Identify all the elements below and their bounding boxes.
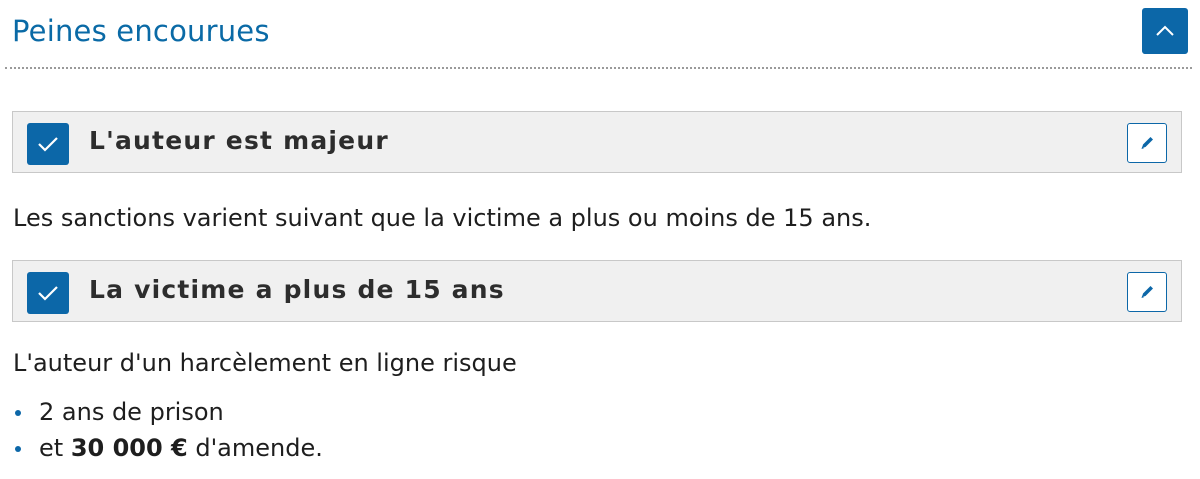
checkmark-icon [38, 286, 58, 301]
bullet-icon [15, 446, 21, 452]
fine-amount: 30 000 € [70, 434, 188, 462]
section-divider [5, 67, 1192, 69]
list-item: et 30 000 € d'amende. [13, 430, 323, 466]
penalty-list: 2 ans de prison et 30 000 € d'amende. [13, 394, 323, 466]
risk-text: L'auteur d'un harcèlement en ligne risqu… [13, 349, 517, 377]
checked-checkbox [27, 272, 69, 314]
pencil-icon [1141, 286, 1153, 298]
bullet-icon [15, 410, 21, 416]
collapse-button[interactable] [1142, 8, 1188, 54]
chevron-up-icon [1156, 25, 1174, 36]
section-title: Peines encourues [12, 14, 270, 48]
list-item: 2 ans de prison [13, 394, 323, 430]
intro-text: Les sanctions varient suivant que la vic… [13, 204, 872, 232]
step-victim-over-15: La victime a plus de 15 ans [12, 260, 1182, 322]
edit-step-button[interactable] [1127, 272, 1167, 312]
penalty-prefix: et [39, 434, 71, 462]
checked-checkbox [27, 123, 69, 165]
step-label: L'auteur est majeur [89, 126, 389, 155]
penalty-suffix: d'amende. [187, 434, 323, 462]
edit-step-button[interactable] [1127, 123, 1167, 163]
pencil-icon [1141, 137, 1153, 149]
step-label: La victime a plus de 15 ans [89, 275, 505, 304]
penalty-prefix: 2 ans de prison [39, 398, 224, 426]
step-adult-author: L'auteur est majeur [12, 111, 1182, 173]
checkmark-icon [38, 137, 58, 152]
section-header: Peines encourues [0, 0, 1192, 70]
